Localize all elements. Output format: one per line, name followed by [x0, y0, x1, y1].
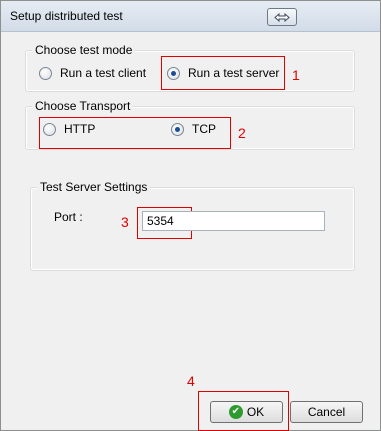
radio-label: Run a test client [60, 66, 147, 80]
restore-button[interactable] [267, 8, 297, 26]
checkmark-icon: ✔ [228, 405, 243, 419]
window-title: Setup distributed test [10, 9, 123, 23]
transport-legend: Choose Transport [32, 99, 134, 113]
test-mode-legend: Choose test mode [32, 43, 136, 57]
callout-number-2: 2 [238, 125, 246, 141]
callout-number-3: 3 [121, 214, 129, 230]
setup-dialog: Setup distributed test Choose test mode … [0, 0, 381, 431]
callout-box-1 [161, 56, 285, 90]
radio-run-test-client[interactable]: Run a test client [39, 66, 146, 80]
title-bar[interactable]: Setup distributed test [1, 1, 380, 32]
port-input[interactable] [142, 211, 325, 231]
ok-button[interactable]: ✔ OK [210, 401, 283, 423]
radio-button-icon [39, 66, 52, 80]
port-label: Port : [54, 210, 83, 224]
callout-number-1: 1 [292, 67, 300, 83]
cancel-button-label: Cancel [307, 405, 346, 419]
cancel-button[interactable]: Cancel [290, 401, 363, 423]
ok-button-label: OK [246, 405, 265, 419]
restore-arrows-icon [274, 12, 290, 22]
server-settings-legend: Test Server Settings [37, 180, 151, 194]
callout-number-4: 4 [187, 373, 195, 389]
callout-box-2 [39, 117, 231, 149]
